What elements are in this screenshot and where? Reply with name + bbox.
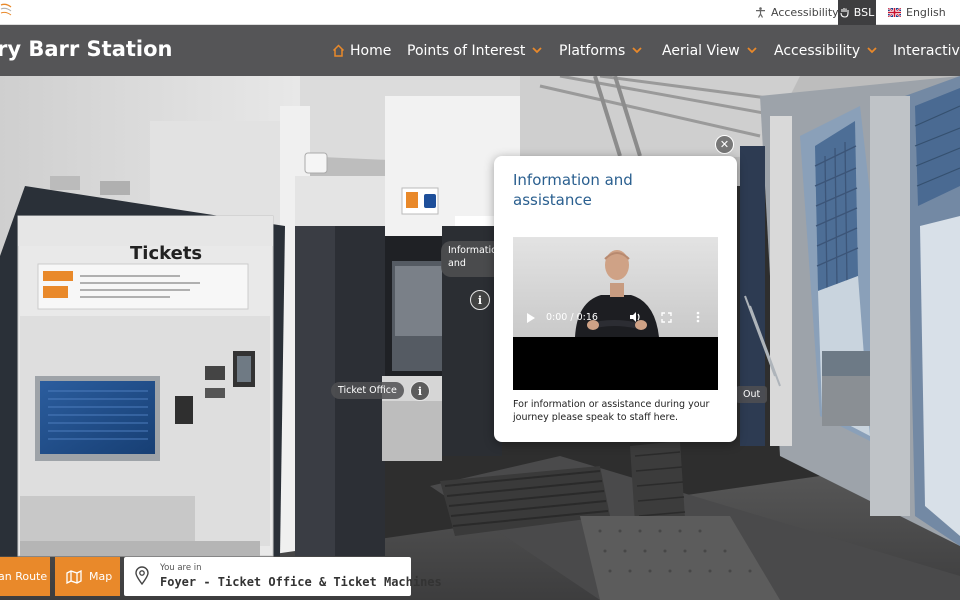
info-hotspot-icon[interactable]: i — [410, 381, 430, 401]
location-name: Foyer - Ticket Office & Ticket Machines — [160, 575, 442, 589]
nav-accessibility[interactable]: Accessibility — [774, 25, 877, 76]
home-icon — [332, 44, 345, 57]
station-foyer-panorama: Tickets — [0, 76, 960, 600]
bsl-hand-icon — [840, 7, 849, 18]
nav-home-label: Home — [350, 42, 392, 59]
panorama-viewer[interactable]: Tickets Information and i Ticket Office … — [0, 76, 960, 600]
bsl-toggle-button[interactable]: BSL — [838, 0, 876, 25]
nav-accessibility-label: Accessibility — [774, 42, 861, 59]
hotspot-exit[interactable]: Out — [736, 386, 768, 403]
chevron-down-icon — [747, 47, 757, 54]
hotspot-exit-text: Out — [743, 389, 761, 400]
location-pin-icon — [135, 566, 149, 585]
main-navigation: ry Barr Station Home Points of Interest … — [0, 25, 960, 76]
chevron-down-icon — [867, 47, 877, 54]
accessibility-label: Accessibility — [771, 6, 839, 19]
close-icon[interactable]: ✕ — [715, 135, 734, 154]
bsl-label: BSL — [853, 6, 875, 19]
nav-home[interactable]: Home — [332, 25, 391, 76]
uk-flag-icon — [888, 8, 901, 17]
site-title: ry Barr Station — [0, 37, 173, 61]
nav-aerial-view-label: Aerial View — [662, 42, 740, 59]
utility-bar: Accessibility BSL English — [0, 0, 960, 25]
plan-route-button[interactable]: an Route — [0, 557, 50, 596]
map-label: Map — [89, 570, 113, 583]
plan-route-label: an Route — [0, 570, 48, 583]
location-prefix: You are in — [160, 563, 202, 573]
nav-platforms[interactable]: Platforms — [559, 25, 642, 76]
info-popup: Information and assistance 0:00 / 0:16 F… — [494, 156, 737, 442]
hotspot-info-text: Information and assistance — [448, 245, 500, 269]
nav-interactive-label: Interactive — [893, 42, 960, 59]
west-midlands-logo-icon[interactable] — [0, 3, 12, 21]
language-selector[interactable]: English — [886, 0, 960, 25]
map-icon — [66, 569, 82, 584]
current-location-panel: You are in Foyer - Ticket Office & Ticke… — [124, 557, 442, 596]
volume-icon[interactable] — [629, 311, 642, 323]
nav-aerial-view[interactable]: Aerial View — [662, 25, 757, 76]
language-label: English — [906, 6, 946, 19]
map-button[interactable]: Map — [55, 557, 120, 596]
nav-points-of-interest[interactable]: Points of Interest — [407, 25, 543, 76]
nav-platforms-label: Platforms — [559, 42, 626, 59]
hotspot-ticket-office-text: Ticket Office — [338, 385, 397, 396]
accessibility-person-icon — [755, 7, 766, 18]
nav-points-of-interest-label: Points of Interest — [407, 42, 526, 59]
hotspot-ticket-office[interactable]: Ticket Office — [331, 382, 404, 399]
fullscreen-icon[interactable] — [661, 312, 672, 323]
more-options-icon[interactable] — [696, 311, 700, 323]
bsl-video-player[interactable]: 0:00 / 0:16 — [513, 237, 718, 390]
ticket-machine-sign: Tickets — [130, 243, 202, 264]
info-hotspot-icon[interactable]: i — [470, 290, 490, 310]
chevron-down-icon — [632, 47, 642, 54]
accessibility-toggle-button[interactable]: Accessibility — [752, 0, 839, 25]
play-icon[interactable] — [526, 312, 538, 326]
popup-body: For information or assistance during you… — [513, 399, 710, 423]
nav-interactive[interactable]: Interactive — [893, 25, 960, 76]
popup-title: Information and assistance — [513, 171, 633, 209]
video-time: 0:00 / 0:16 — [546, 312, 598, 323]
chevron-down-icon — [532, 47, 543, 54]
video-controls: 0:00 / 0:16 — [513, 305, 718, 335]
